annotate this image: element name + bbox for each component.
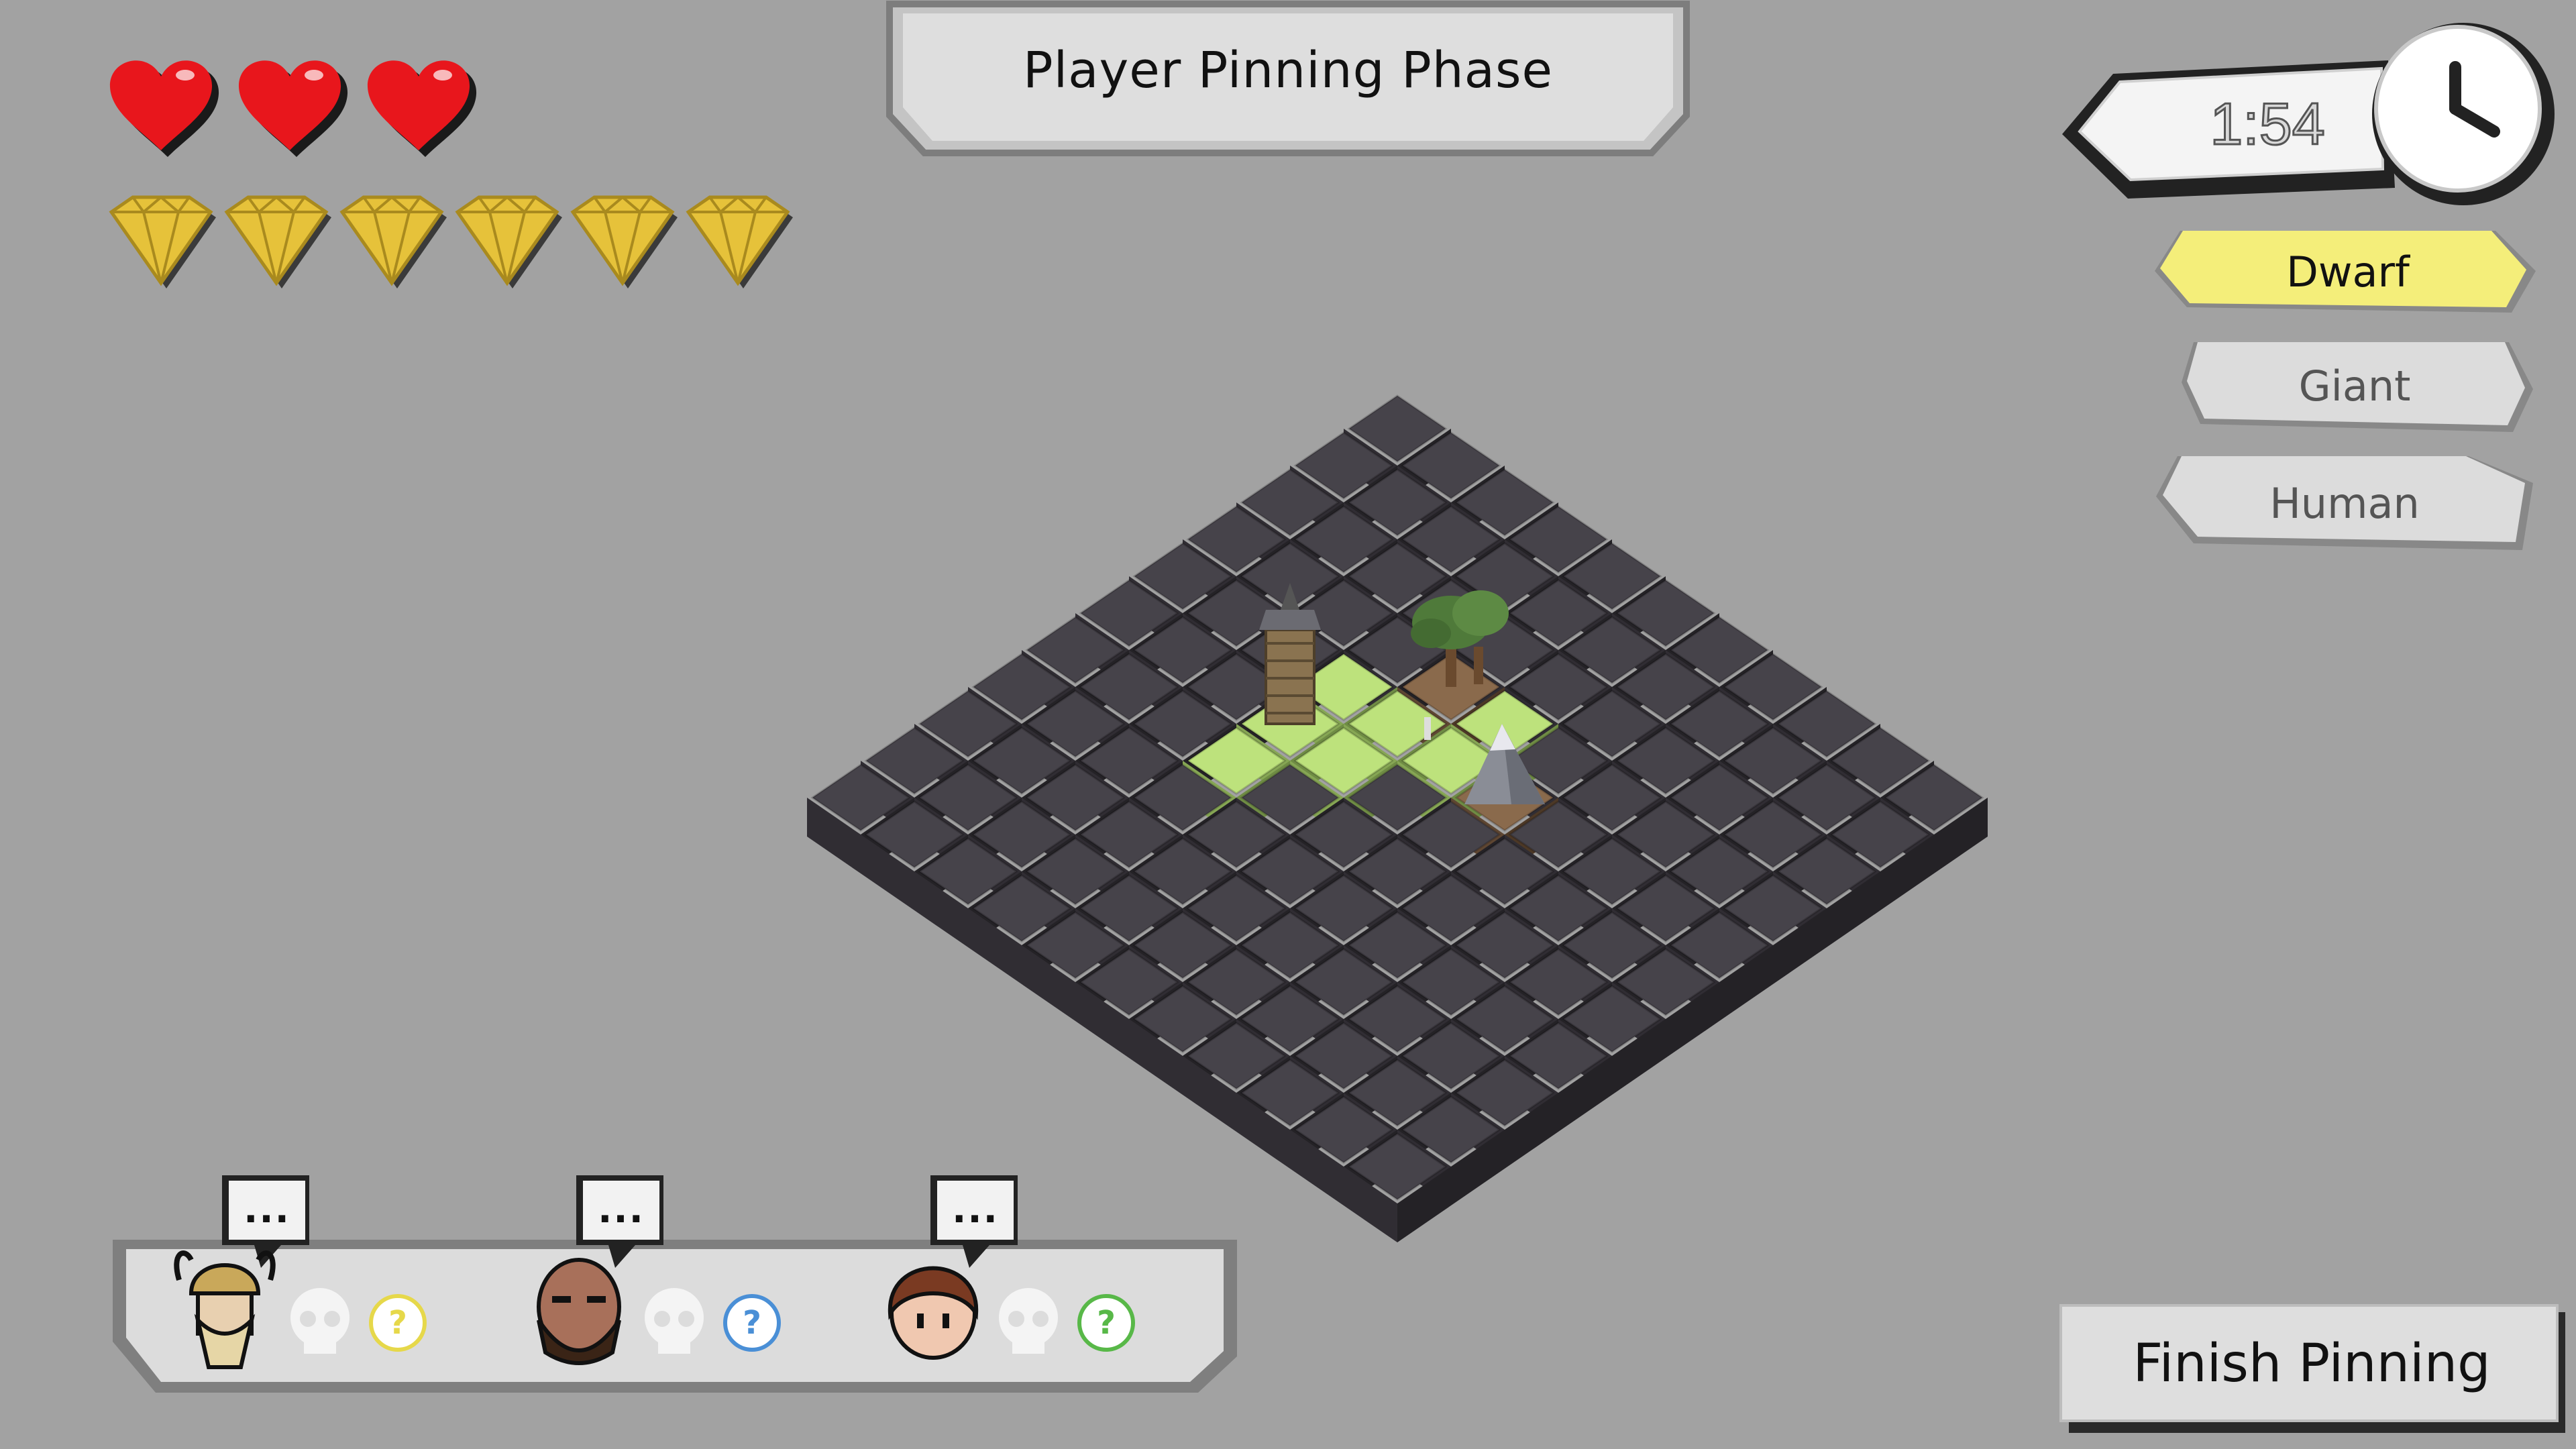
finish-pinning-button[interactable]: Finish Pinning (2063, 1307, 2560, 1421)
unit-marker[interactable] (1424, 717, 1431, 740)
race-button-giant[interactable]: Giant (2194, 349, 2516, 423)
race-button-human[interactable]: Human (2180, 466, 2509, 540)
race-button-dwarf[interactable]: Dwarf (2180, 235, 2516, 309)
game-board[interactable] (0, 0, 2576, 1449)
status-question-mark: ? (743, 1304, 761, 1342)
status-question-mark: ? (388, 1304, 407, 1342)
status-question-mark: ? (1097, 1304, 1116, 1342)
chat-bubble[interactable]: ... (581, 1179, 661, 1240)
chat-bubble[interactable]: ... (227, 1179, 307, 1240)
phase-title: Player Pinning Phase (1022, 42, 1554, 99)
timer-readout: 1:54 (2209, 90, 2326, 158)
chat-bubble[interactable]: ... (935, 1179, 1016, 1240)
